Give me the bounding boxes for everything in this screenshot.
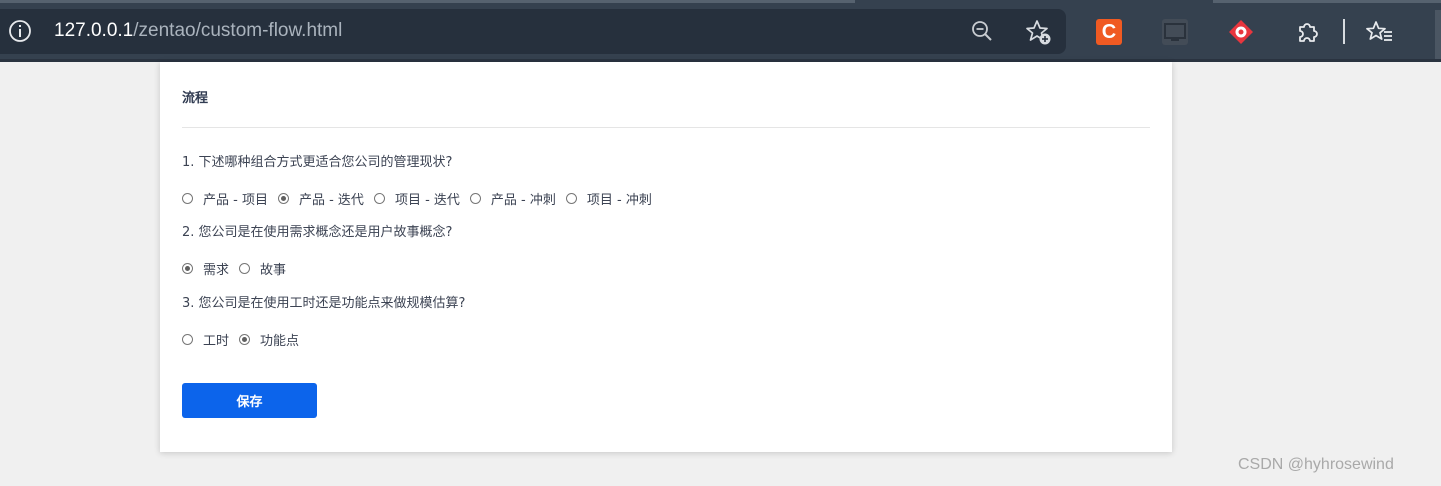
extensions-puzzle-icon[interactable] (1294, 19, 1320, 45)
radio-q1-3[interactable] (373, 193, 385, 204)
option-label: 产品 - 项目 (203, 193, 268, 208)
option-q1-product-iteration[interactable]: 产品 - 迭代 (277, 189, 364, 208)
option-q2-requirement[interactable]: 需求 (182, 259, 229, 278)
option-label: 工时 (203, 334, 230, 349)
option-label: 产品 - 迭代 (298, 193, 364, 208)
question-1-options: 产品 - 项目 产品 - 迭代 项目 - 迭代 产品 - 冲刺 项目 - 冲刺 (182, 189, 662, 208)
radio-q2-1[interactable] (182, 263, 193, 274)
radio-q2-2[interactable] (239, 263, 251, 274)
radio-q1-5[interactable] (565, 193, 577, 204)
option-q1-project-sprint[interactable]: 项目 - 冲刺 (565, 189, 652, 208)
save-button[interactable]: 保存 (182, 383, 317, 418)
url-text[interactable]: 127.0.0.1/zentao/custom-flow.html (54, 19, 342, 43)
question-1-text: 1. 下述哪种组合方式更适合您公司的管理现状? (182, 155, 453, 170)
tab-strip-edge-right (1213, 0, 1441, 3)
option-label: 项目 - 冲刺 (586, 193, 652, 208)
question-2-options: 需求 故事 (182, 259, 296, 278)
url-path: /zentao/custom-flow.html (133, 20, 343, 41)
option-label: 功能点 (260, 334, 300, 349)
zoom-out-icon[interactable] (970, 19, 994, 43)
toolbar-edge (1435, 10, 1441, 62)
bookmark-add-icon[interactable] (1024, 18, 1052, 46)
option-q1-project-iteration[interactable]: 项目 - 迭代 (373, 189, 460, 208)
option-q3-function-points[interactable]: 功能点 (239, 330, 299, 349)
option-label: 项目 - 迭代 (394, 193, 460, 208)
title-divider (182, 127, 1150, 128)
radio-q1-2[interactable] (277, 193, 289, 204)
browser-toolbar: 127.0.0.1/zentao/custom-flow.html C (0, 0, 1441, 62)
favorites-icon[interactable] (1366, 19, 1394, 45)
option-label: 需求 (203, 263, 230, 278)
tab-strip-edge (0, 0, 855, 3)
info-icon[interactable] (8, 19, 32, 43)
option-label: 产品 - 冲刺 (490, 193, 556, 208)
question-3-options: 工时 功能点 (182, 330, 309, 349)
question-3-text: 3. 您公司是在使用工时还是功能点来做规模估算? (182, 296, 466, 311)
address-bar[interactable]: 127.0.0.1/zentao/custom-flow.html (0, 9, 1066, 54)
option-q2-story[interactable]: 故事 (239, 259, 286, 278)
page-title: 流程 (182, 91, 209, 106)
option-label: 故事 (260, 263, 287, 278)
option-q1-product-sprint[interactable]: 产品 - 冲刺 (469, 189, 556, 208)
watermark: CSDN @hyhrosewind (1238, 456, 1394, 473)
extension-c-icon[interactable]: C (1096, 19, 1122, 45)
url-host: 127.0.0.1 (54, 20, 134, 41)
option-q3-work-hours[interactable]: 工时 (182, 330, 229, 349)
extension-screen-icon[interactable] (1162, 19, 1188, 45)
option-q1-product-project[interactable]: 产品 - 项目 (182, 189, 268, 208)
extension-red-icon[interactable] (1228, 19, 1254, 45)
flow-settings-panel: 流程 1. 下述哪种组合方式更适合您公司的管理现状? 产品 - 项目 产品 - … (160, 62, 1172, 452)
radio-q3-2[interactable] (239, 334, 251, 345)
toolbar-separator (1343, 19, 1345, 44)
question-2-text: 2. 您公司是在使用需求概念还是用户故事概念? (182, 225, 453, 240)
radio-q1-4[interactable] (469, 193, 481, 204)
radio-q3-1[interactable] (182, 334, 193, 345)
radio-q1-1[interactable] (182, 193, 193, 204)
